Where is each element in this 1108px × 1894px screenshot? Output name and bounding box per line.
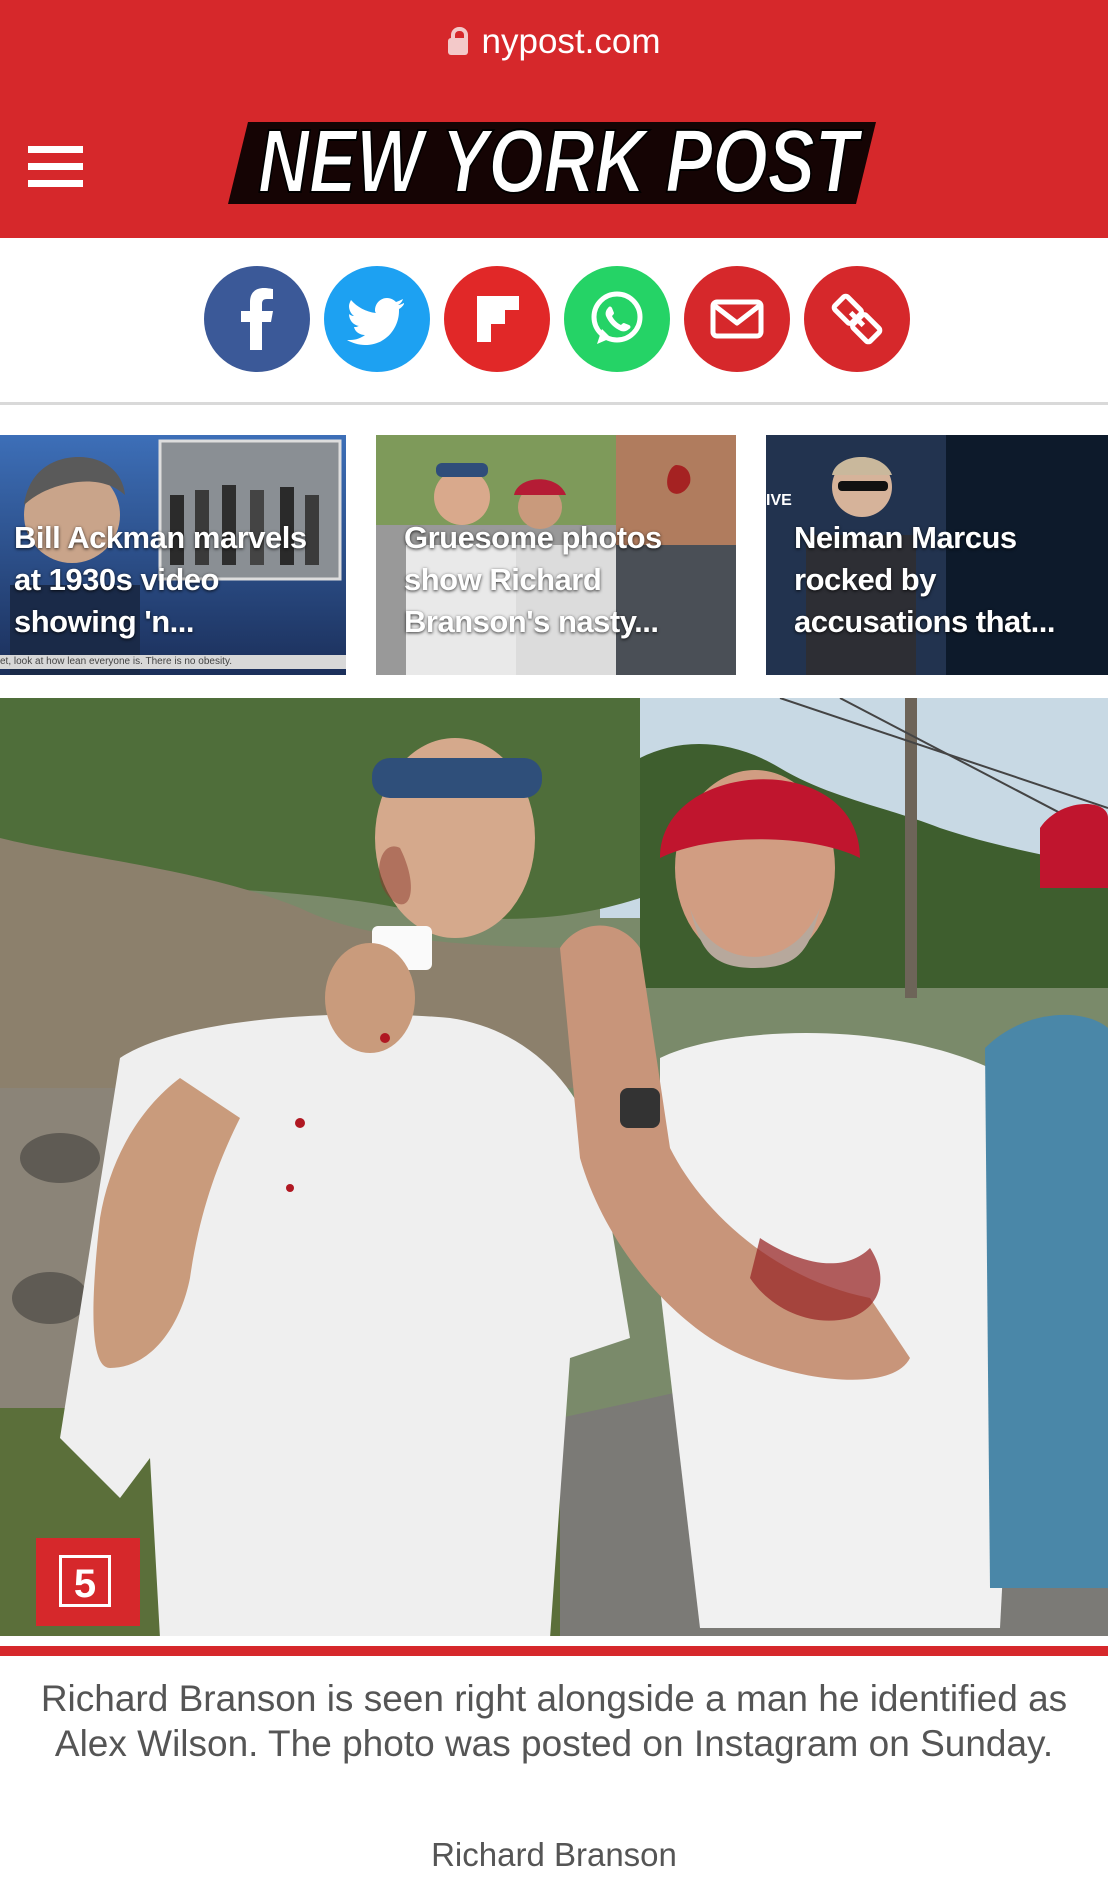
menu-button[interactable] [28, 146, 83, 194]
copy-link-button[interactable] [804, 266, 910, 372]
divider [0, 402, 1108, 405]
photo-caption: Richard Branson is seen right alongside … [40, 1678, 1068, 1764]
facebook-icon [241, 288, 273, 350]
related-title: Neiman Marcus rocked by accusations that… [794, 520, 1055, 639]
photo-count: 5 [59, 1555, 111, 1607]
hamburger-icon-line [28, 180, 83, 187]
related-article-card[interactable]: Bill Ackman marvels at 1930s video showi… [0, 435, 346, 675]
svg-text:IVE: IVE [766, 492, 792, 509]
share-bar [0, 266, 1108, 376]
related-subtitle-strip: et, look at how lean everyone is. There … [0, 655, 346, 669]
related-title: Gruesome photos show Richard Branson's n… [404, 520, 662, 639]
photo-credit: Richard Branson [431, 1836, 677, 1873]
hamburger-icon [28, 146, 83, 153]
caption-divider [0, 1646, 1108, 1656]
twitter-icon [347, 298, 404, 345]
flipboard-icon [477, 296, 519, 342]
lock-icon [447, 27, 468, 55]
email-share-button[interactable] [684, 266, 790, 372]
hamburger-icon-line [28, 163, 83, 170]
related-article-card[interactable]: Gruesome photos show Richard Branson's n… [376, 435, 736, 675]
whatsapp-icon [591, 291, 643, 344]
related-article-card[interactable]: IVE Neiman Marcus rocked by accusations … [766, 435, 1108, 675]
site-header: nypost.com NEW YORK POST [0, 0, 1108, 238]
facebook-share-button[interactable] [204, 266, 310, 372]
article-hero-photo[interactable] [0, 698, 1108, 1636]
logo-text: NEW YORK POST [258, 112, 864, 208]
photo-gallery-badge[interactable]: 5 [36, 1538, 140, 1626]
whatsapp-share-button[interactable] [564, 266, 670, 372]
related-title: Bill Ackman marvels at 1930s video showi… [14, 520, 307, 639]
url-bar[interactable]: nypost.com [0, 22, 1108, 62]
link-icon [831, 293, 883, 345]
flipboard-share-button[interactable] [444, 266, 550, 372]
twitter-share-button[interactable] [324, 266, 430, 372]
url-text: nypost.com [481, 22, 661, 61]
site-logo[interactable]: NEW YORK POST [228, 112, 884, 208]
email-icon [710, 299, 764, 339]
